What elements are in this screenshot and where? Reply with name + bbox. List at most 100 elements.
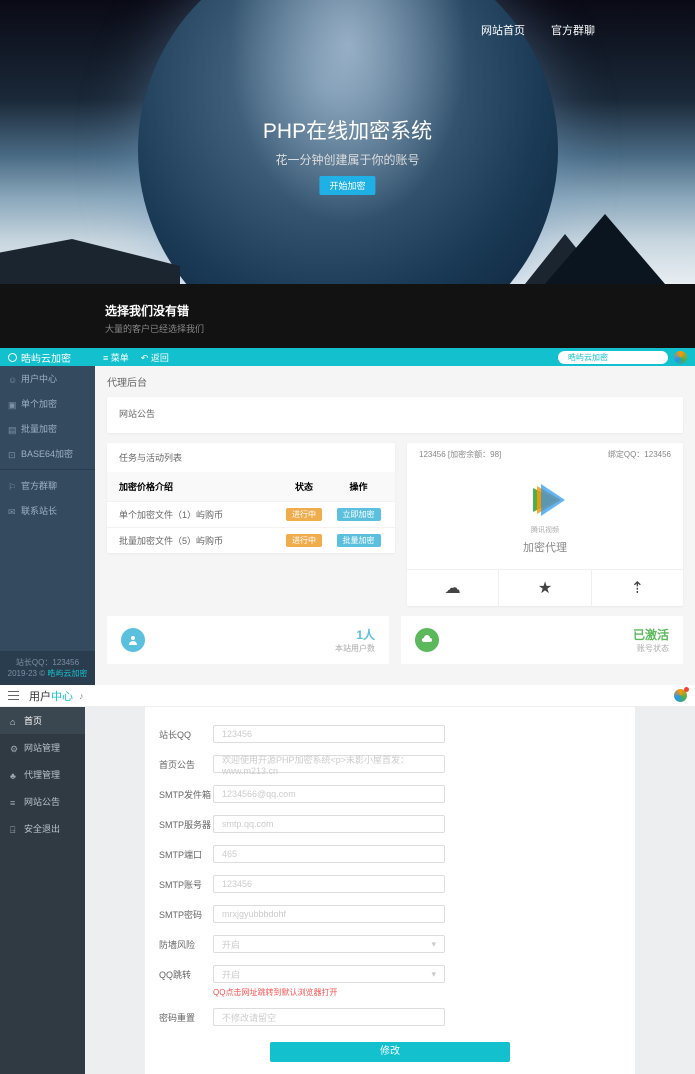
start-button[interactable]: 开始加密	[319, 176, 375, 195]
hero-title: PHP在线加密系统	[263, 115, 432, 145]
nav-group-chat[interactable]: ⚐官方群聊	[0, 473, 95, 498]
nav-group[interactable]: 官方群聊	[551, 22, 595, 38]
action-button[interactable]: 批量加密	[337, 534, 381, 547]
submit-button[interactable]: 修改	[270, 1042, 510, 1062]
footer-link[interactable]: 晧屿云加密	[47, 669, 87, 678]
input-smtp-from[interactable]: 1234566@qq.com	[213, 785, 445, 803]
input-smtp-port[interactable]: 465	[213, 845, 445, 863]
account-qq: 绑定QQ：123456	[608, 449, 671, 460]
side-nav: ☺用户中心 ▣单个加密 ▤批量加密 ⊡BASE64加密 ⚐官方群聊 ✉联系站长	[0, 366, 95, 651]
nav-user-center[interactable]: ☺用户中心	[0, 366, 95, 391]
nav-single-encrypt[interactable]: ▣单个加密	[0, 391, 95, 416]
account-balance: 123456 [加密余额：98]	[419, 449, 501, 460]
select-guard[interactable]: 开启▾	[213, 935, 445, 953]
settings-panel: ⌂首页 ⚙网站管理 ♣代理管理 ≡网站公告 ⍈安全退出 站长QQ123456 首…	[0, 707, 695, 1074]
logout-icon: ⍈	[10, 825, 18, 833]
back-button[interactable]: ↶ 返回	[141, 351, 169, 364]
nav-contact[interactable]: ✉联系站长	[0, 498, 95, 523]
status-badge: 进行中	[286, 534, 322, 547]
label-qqjump: QQ跳转	[159, 968, 213, 981]
share-icon[interactable]: ⇡	[591, 570, 683, 606]
top-nav: 网站首页 官方群聊	[481, 22, 595, 38]
music-icon[interactable]: ♪	[79, 691, 84, 701]
b64-icon: ⊡	[8, 450, 16, 458]
nav-base64[interactable]: ⊡BASE64加密	[0, 441, 95, 466]
users-icon	[121, 628, 145, 652]
tencent-video-icon	[525, 480, 565, 520]
mountain-graphic	[0, 204, 695, 284]
nav-home[interactable]: 网站首页	[481, 22, 525, 38]
nav2-site-notice[interactable]: ≡网站公告	[0, 788, 85, 815]
table-row: 批量加密文件（5）屿购币 进行中 批量加密	[107, 527, 395, 553]
label-smtp-user: SMTP账号	[159, 878, 213, 891]
topbar2: 用户中心 ♪	[0, 685, 695, 707]
menu-toggle[interactable]: ≡ 菜单	[103, 351, 129, 364]
nav2-home[interactable]: ⌂首页	[0, 707, 85, 734]
cloud-icon	[8, 353, 17, 362]
gear-icon: ⚙	[10, 744, 18, 752]
menu-toggle[interactable]	[8, 691, 19, 700]
input-smtp-user[interactable]: 123456	[213, 875, 445, 893]
input-qq[interactable]: 123456	[213, 725, 445, 743]
chevron-down-icon: ▾	[431, 939, 436, 950]
label-smtp-from: SMTP发件箱	[159, 788, 213, 801]
hero-banner: 网站首页 官方群聊 PHP在线加密系统 花一分钟创建属于你的账号 开始加密	[0, 0, 695, 284]
label-smtp-pass: SMTP密码	[159, 908, 213, 921]
input-smtp-host[interactable]: smtp.qq.com	[213, 815, 445, 833]
star-icon[interactable]: ★	[498, 570, 590, 606]
search-input[interactable]: 晧屿云加密	[558, 351, 668, 364]
label-smtp-port: SMTP端口	[159, 848, 213, 861]
users-icon: ♣	[10, 771, 18, 779]
action-button[interactable]: 立即加密	[337, 508, 381, 521]
task-label: 任务与活动列表	[107, 443, 395, 472]
input-smtp-pass[interactable]: mrxjgyubbbdohf	[213, 905, 445, 923]
admin-dashboard: 晧屿云加密 ☺用户中心 ▣单个加密 ▤批量加密 ⊡BASE64加密 ⚐官方群聊 …	[0, 348, 695, 685]
upload-icon[interactable]: ☁	[407, 570, 498, 606]
label-notice: 首页公告	[159, 758, 213, 771]
notice-card: 网站公告	[107, 397, 683, 433]
table-header: 加密价格介绍 状态 操作	[107, 472, 395, 501]
hero-subtitle: 花一分钟创建属于你的账号	[263, 151, 432, 168]
stat-status: 已激活账号状态	[401, 616, 683, 664]
nav2-logout[interactable]: ⍈安全退出	[0, 815, 85, 842]
nav2-site-admin[interactable]: ⚙网站管理	[0, 734, 85, 761]
notice-label: 网站公告	[119, 407, 671, 420]
nav2-agent-admin[interactable]: ♣代理管理	[0, 761, 85, 788]
contact-icon: ✉	[8, 507, 16, 515]
slogan-title: 选择我们没有错	[105, 302, 695, 319]
input-pwd[interactable]: 不修改请留空	[213, 1008, 445, 1026]
brand: 晧屿云加密	[0, 348, 95, 366]
home-icon: ⌂	[10, 717, 18, 725]
hint-qqjump: QQ点击网址跳转到默认浏览器打开	[213, 987, 635, 998]
group-icon: ⚐	[8, 482, 16, 490]
nav-batch-encrypt[interactable]: ▤批量加密	[0, 416, 95, 441]
slogan-sub: 大量的客户已经选择我们	[105, 322, 695, 335]
agent-title: 加密代理	[407, 539, 683, 555]
bell-icon: ≡	[10, 798, 18, 806]
label-guard: 防墙风险	[159, 938, 213, 951]
topbar: ≡ 菜单 ↶ 返回 晧屿云加密	[95, 348, 695, 366]
chevron-down-icon: ▾	[431, 969, 436, 980]
sidebar: 晧屿云加密 ☺用户中心 ▣单个加密 ▤批量加密 ⊡BASE64加密 ⚐官方群聊 …	[0, 348, 95, 685]
sidebar-footer: 站长QQ：123456 2019-23 © 晧屿云加密	[0, 651, 95, 685]
avatar-icon[interactable]	[674, 351, 687, 364]
label-pwd: 密码重置	[159, 1011, 213, 1024]
page-title: 代理后台	[107, 374, 683, 389]
user-icon: ☺	[8, 375, 16, 383]
lock-icon: ▣	[8, 400, 16, 408]
cloud-icon	[415, 628, 439, 652]
account-card: 123456 [加密余额：98] 绑定QQ：123456 腾讯视频 加密代理 ☁	[407, 443, 683, 606]
brand2: 用户中心	[29, 688, 73, 704]
status-badge: 进行中	[286, 508, 322, 521]
stat-users: 1人本站用户数	[107, 616, 389, 664]
label-smtp-host: SMTP服务器	[159, 818, 213, 831]
select-qqjump[interactable]: 开启▾	[213, 965, 445, 983]
task-card: 任务与活动列表 加密价格介绍 状态 操作 单个加密文件（1）屿购币 进行中 立即…	[107, 443, 395, 553]
agent-sub: 腾讯视频	[407, 525, 683, 535]
files-icon: ▤	[8, 425, 16, 433]
sidebar2: ⌂首页 ⚙网站管理 ♣代理管理 ≡网站公告 ⍈安全退出	[0, 707, 85, 1074]
table-row: 单个加密文件（1）屿购币 进行中 立即加密	[107, 501, 395, 527]
input-notice[interactable]: 欢迎使用开源PHP加密系统<p>末影小屋首发：www.m213.cn	[213, 755, 445, 773]
avatar-icon[interactable]	[674, 689, 687, 702]
slogan-bar: 选择我们没有错 大量的客户已经选择我们	[0, 284, 695, 348]
